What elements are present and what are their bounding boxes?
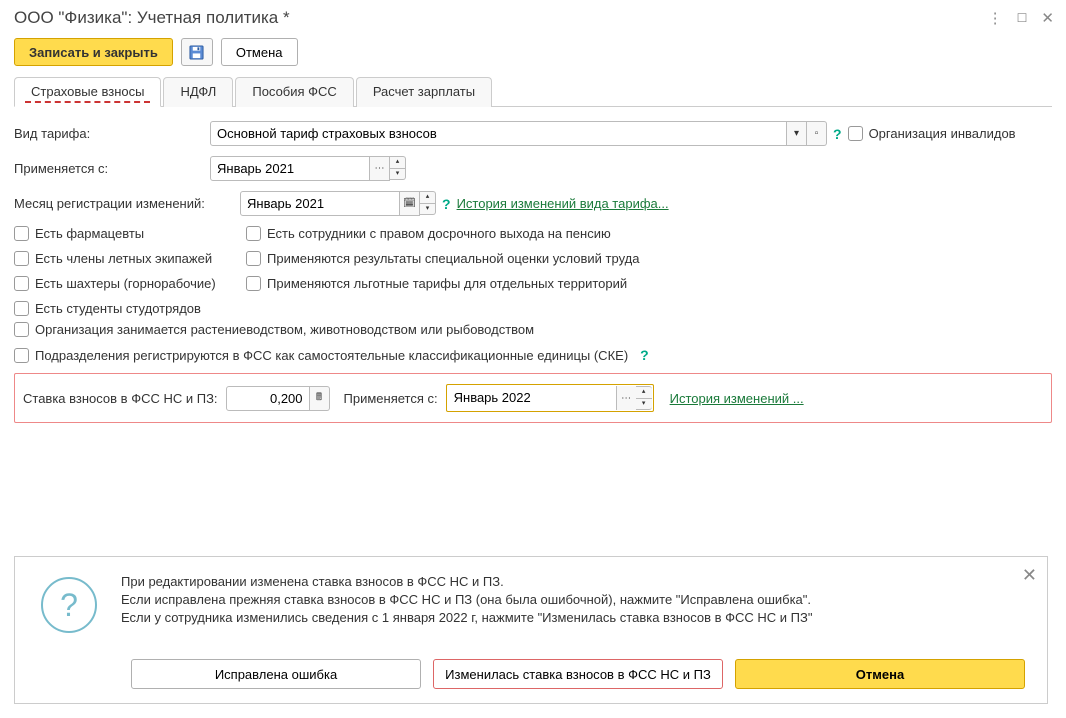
open-icon[interactable]: ▫ (807, 121, 827, 146)
maximize-icon[interactable]: ☐ (1017, 11, 1028, 25)
check-miners[interactable] (14, 276, 29, 291)
org-disabled-checkbox[interactable] (848, 126, 863, 141)
calendar-icon[interactable]: 🗓 (400, 191, 420, 216)
spin-down-icon[interactable]: ▾ (420, 203, 436, 215)
check-label: Применяются льготные тарифы для отдельны… (267, 276, 627, 291)
check-flight-crew[interactable] (14, 251, 29, 266)
rate-from-input[interactable] (448, 386, 616, 409)
tariff-type-input[interactable] (210, 121, 787, 146)
save-button[interactable] (181, 38, 213, 66)
check-label: Применяются результаты специальной оценк… (267, 251, 639, 266)
help-icon[interactable]: ? (833, 126, 842, 142)
applies-from-input[interactable] (210, 156, 370, 181)
tab-label: Страховые взносы (31, 84, 144, 99)
dialog-close-icon[interactable]: ✕ (1022, 565, 1037, 586)
floppy-icon (189, 45, 204, 60)
check-label: Организация занимается растениеводством,… (35, 322, 534, 337)
dialog-cancel-button[interactable]: Отмена (735, 659, 1025, 689)
check-label: Есть сотрудники с правом досрочного выхо… (267, 226, 611, 241)
check-label: Подразделения регистрируются в ФСС как с… (35, 348, 628, 363)
check-label: Есть студенты студотрядов (35, 301, 201, 316)
calculator-icon[interactable]: 🖩 (310, 386, 330, 411)
spin-up-icon[interactable]: ▴ (420, 191, 436, 203)
check-early-pension[interactable] (246, 226, 261, 241)
cancel-button[interactable]: Отмена (221, 38, 298, 66)
close-icon[interactable]: ✕ (1041, 9, 1054, 27)
tariff-type-label: Вид тарифа: (14, 126, 210, 141)
spin-down-icon[interactable]: ▾ (636, 398, 652, 410)
check-agriculture[interactable] (14, 322, 29, 337)
tab-ndfl[interactable]: НДФЛ (163, 77, 233, 107)
reg-month-input[interactable] (240, 191, 400, 216)
confirm-dialog: ✕ ? При редактировании изменена ставка в… (14, 556, 1048, 704)
spin-up-icon[interactable]: ▴ (390, 156, 406, 168)
history-link[interactable]: История изменений ... (670, 391, 804, 406)
tab-fss-benefits[interactable]: Пособия ФСС (235, 77, 353, 107)
spin-down-icon[interactable]: ▾ (390, 168, 406, 180)
window-title: ООО "Физика": Учетная политика * (14, 8, 988, 28)
reg-month-label: Месяц регистрации изменений: (14, 196, 240, 211)
help-icon[interactable]: ? (640, 347, 649, 363)
dropdown-icon[interactable]: ▾ (787, 121, 807, 146)
check-special-assessment[interactable] (246, 251, 261, 266)
check-pharmacists[interactable] (14, 226, 29, 241)
check-label: Есть шахтеры (горнорабочие) (35, 276, 216, 291)
more-icon[interactable]: ⋮ (988, 9, 1003, 27)
rate-input[interactable] (226, 386, 310, 411)
applies-from-label: Применяется с: (14, 161, 210, 176)
fixed-error-button[interactable]: Исправлена ошибка (131, 659, 421, 689)
check-label: Есть фармацевты (35, 226, 144, 241)
tariff-history-link[interactable]: История изменений вида тарифа... (457, 196, 669, 211)
question-icon: ? (41, 577, 97, 633)
dialog-text: При редактировании изменена ставка взнос… (121, 573, 812, 628)
check-label: Есть члены летных экипажей (35, 251, 212, 266)
rate-label: Ставка взносов в ФСС НС и ПЗ: (23, 391, 218, 406)
spin-up-icon[interactable]: ▴ (636, 386, 652, 398)
tab-salary-calc[interactable]: Расчет зарплаты (356, 77, 492, 107)
rate-changed-button[interactable]: Изменилась ставка взносов в ФСС НС и ПЗ (433, 659, 723, 689)
ellipsis-icon[interactable]: ⋯ (616, 386, 636, 410)
help-icon[interactable]: ? (442, 196, 451, 212)
check-territories[interactable] (246, 276, 261, 291)
tab-insurance[interactable]: Страховые взносы (14, 77, 161, 107)
save-and-close-button[interactable]: Записать и закрыть (14, 38, 173, 66)
ellipsis-icon[interactable]: ⋯ (370, 156, 390, 181)
check-students[interactable] (14, 301, 29, 316)
rate-from-label: Применяется с: (344, 391, 438, 406)
org-disabled-label: Организация инвалидов (869, 126, 1016, 141)
check-ske[interactable] (14, 348, 29, 363)
